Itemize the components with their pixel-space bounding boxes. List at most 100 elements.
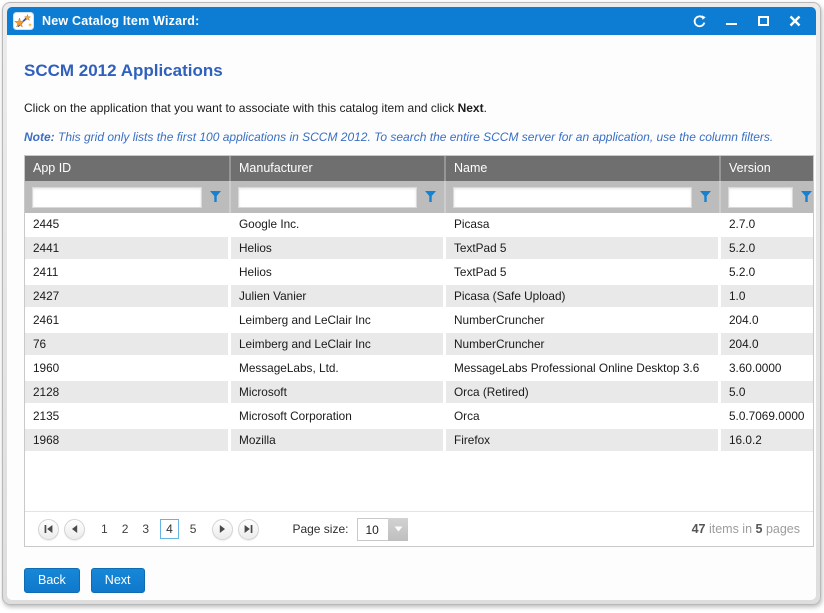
table-row[interactable]: 1968 Mozilla Firefox 16.0.2 [25, 429, 813, 453]
cell-version: 16.0.2 [721, 429, 813, 453]
page-size-label: Page size: [292, 522, 348, 536]
filter-input-name[interactable] [453, 187, 692, 208]
cell-name: NumberCruncher [446, 333, 721, 357]
table-row[interactable]: 2135 Microsoft Corporation Orca 5.0.7069… [25, 405, 813, 429]
cell-name: NumberCruncher [446, 309, 721, 333]
cell-version: 5.2.0 [721, 237, 813, 261]
pager-page-3[interactable]: 3 [142, 522, 149, 536]
grid-filter-row [25, 181, 813, 213]
pager-pages: 12345 [94, 519, 203, 539]
cell-manufacturer: Leimberg and LeClair Inc [231, 309, 446, 333]
note-text: Note: This grid only lists the first 100… [24, 130, 799, 144]
refresh-icon[interactable] [690, 12, 708, 30]
pager-page-1[interactable]: 1 [101, 522, 108, 536]
wizard-icon [13, 12, 34, 30]
pager-last-button[interactable] [238, 519, 259, 540]
instruction-next-keyword: Next [458, 101, 484, 115]
column-header-version[interactable]: Version [721, 156, 813, 181]
grid-empty-area [25, 453, 813, 511]
back-button[interactable]: Back [24, 568, 80, 593]
pager-page-5[interactable]: 5 [190, 522, 197, 536]
cell-app-id: 2427 [25, 285, 231, 309]
grid-body: 2445 Google Inc. Picasa 2.7.0 2441 Helio… [25, 213, 813, 453]
cell-name: TextPad 5 [446, 261, 721, 285]
footer: Back Next [24, 568, 799, 593]
table-row[interactable]: 1960 MessageLabs, Ltd. MessageLabs Profe… [25, 357, 813, 381]
table-row[interactable]: 2445 Google Inc. Picasa 2.7.0 [25, 213, 813, 237]
maximize-icon[interactable] [754, 12, 772, 30]
column-header-name[interactable]: Name [446, 156, 721, 181]
cell-version: 2.7.0 [721, 213, 813, 237]
cell-name: Orca (Retired) [446, 381, 721, 405]
window-title: New Catalog Item Wizard: [42, 14, 200, 28]
table-row[interactable]: 2461 Leimberg and LeClair Inc NumberCrun… [25, 309, 813, 333]
next-button[interactable]: Next [91, 568, 145, 593]
filter-input-version[interactable] [728, 187, 793, 208]
wizard-content: SCCM 2012 Applications Click on the appl… [7, 35, 816, 600]
items-count: 47 [692, 522, 706, 536]
cell-version: 5.0 [721, 381, 813, 405]
pager-prev-button[interactable] [64, 519, 85, 540]
table-row[interactable]: 76 Leimberg and LeClair Inc NumberCrunch… [25, 333, 813, 357]
pager-page-4[interactable]: 4 [160, 519, 179, 539]
column-header-app-id[interactable]: App ID [25, 156, 231, 181]
applications-grid: App ID Manufacturer Name Version [24, 155, 814, 547]
cell-name: TextPad 5 [446, 237, 721, 261]
table-row[interactable]: 2411 Helios TextPad 5 5.2.0 [25, 261, 813, 285]
cell-app-id: 2441 [25, 237, 231, 261]
pager-next-button[interactable] [212, 519, 233, 540]
column-header-manufacturer[interactable]: Manufacturer [231, 156, 446, 181]
items-text: items in [706, 522, 756, 536]
pager: 12345 Page size: 10 47 items in 5 pages [25, 511, 813, 546]
instruction-prefix: Click on the application that you want t… [24, 101, 458, 115]
cell-name: Picasa [446, 213, 721, 237]
minimize-icon[interactable] [722, 12, 740, 30]
chevron-down-icon[interactable] [388, 518, 408, 541]
funnel-icon[interactable] [424, 191, 437, 203]
cell-manufacturer: Microsoft Corporation [231, 405, 446, 429]
cell-version: 5.2.0 [721, 261, 813, 285]
cell-manufacturer: Helios [231, 237, 446, 261]
grid-header-row: App ID Manufacturer Name Version [25, 156, 813, 181]
page-size-value: 10 [357, 518, 388, 541]
filter-cell-manufacturer [231, 181, 446, 213]
cell-app-id: 2411 [25, 261, 231, 285]
pager-page-2[interactable]: 2 [122, 522, 129, 536]
cell-app-id: 1960 [25, 357, 231, 381]
filter-cell-app-id [25, 181, 231, 213]
cell-name: Picasa (Safe Upload) [446, 285, 721, 309]
cell-manufacturer: Helios [231, 261, 446, 285]
cell-app-id: 76 [25, 333, 231, 357]
cell-manufacturer: Julien Vanier [231, 285, 446, 309]
titlebar[interactable]: New Catalog Item Wizard: [7, 7, 816, 35]
cell-app-id: 2445 [25, 213, 231, 237]
note-label: Note: [24, 130, 55, 144]
close-icon[interactable] [786, 12, 804, 30]
funnel-icon[interactable] [699, 191, 712, 203]
cell-version: 204.0 [721, 333, 813, 357]
funnel-icon[interactable] [800, 191, 813, 203]
table-row[interactable]: 2441 Helios TextPad 5 5.2.0 [25, 237, 813, 261]
instruction-suffix: . [484, 101, 487, 115]
cell-version: 5.0.7069.0000 [721, 405, 813, 429]
cell-name: MessageLabs Professional Online Desktop … [446, 357, 721, 381]
cell-app-id: 1968 [25, 429, 231, 453]
page-title: SCCM 2012 Applications [24, 61, 799, 81]
table-row[interactable]: 2128 Microsoft Orca (Retired) 5.0 [25, 381, 813, 405]
pager-first-button[interactable] [38, 519, 59, 540]
wizard-window: New Catalog Item Wizard: SCCM 2012 Appli… [2, 2, 821, 605]
table-row[interactable]: 2427 Julien Vanier Picasa (Safe Upload) … [25, 285, 813, 309]
note-body: This grid only lists the first 100 appli… [55, 130, 774, 144]
funnel-icon[interactable] [209, 191, 222, 203]
cell-version: 204.0 [721, 309, 813, 333]
page-size-dropdown[interactable]: 10 [357, 518, 408, 541]
instruction-text: Click on the application that you want t… [24, 101, 799, 115]
window-controls [690, 12, 804, 30]
filter-input-app-id[interactable] [32, 187, 202, 208]
cell-version: 1.0 [721, 285, 813, 309]
cell-manufacturer: Microsoft [231, 381, 446, 405]
filter-input-manufacturer[interactable] [238, 187, 417, 208]
cell-manufacturer: Mozilla [231, 429, 446, 453]
cell-app-id: 2461 [25, 309, 231, 333]
cell-version: 3.60.0000 [721, 357, 813, 381]
